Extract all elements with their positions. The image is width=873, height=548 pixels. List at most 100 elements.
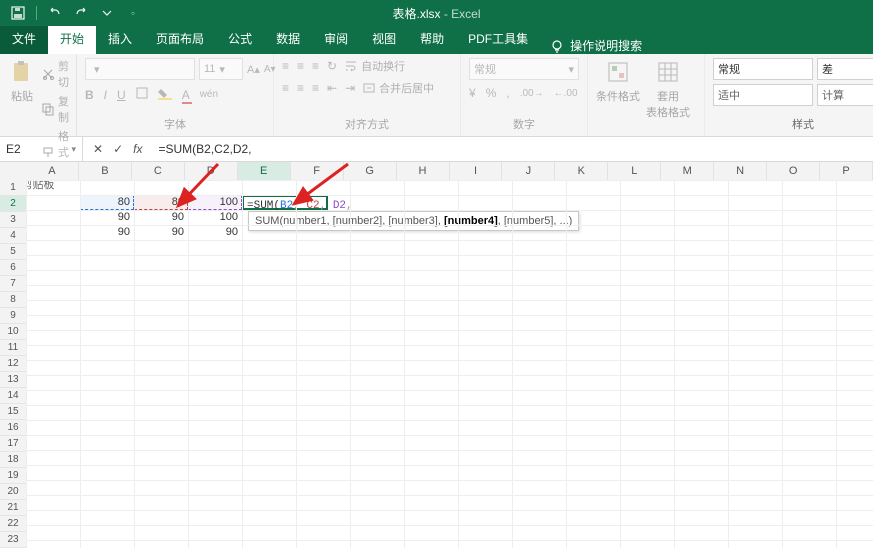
align-center-icon[interactable]: ≡	[297, 81, 304, 95]
align-left-icon[interactable]: ≡	[282, 81, 289, 95]
accounting-format-icon[interactable]: ¥	[469, 86, 476, 100]
row-header-13[interactable]: 13	[0, 372, 26, 388]
cut-button[interactable]: 剪切	[42, 58, 69, 90]
cell-B3[interactable]: 90	[80, 210, 134, 225]
phonetic-button[interactable]: wén	[200, 89, 218, 100]
style-neutral[interactable]: 适中	[713, 84, 813, 106]
bold-button[interactable]: B	[85, 88, 94, 102]
tab-home[interactable]: 开始	[48, 24, 96, 54]
row-header-3[interactable]: 3	[0, 212, 26, 228]
select-all-corner[interactable]	[0, 162, 27, 181]
row-header-16[interactable]: 16	[0, 420, 26, 436]
number-format-dropdown[interactable]: 常规▾	[469, 58, 579, 80]
row-header-7[interactable]: 7	[0, 276, 26, 292]
row-header-20[interactable]: 20	[0, 484, 26, 500]
row-header-14[interactable]: 14	[0, 388, 26, 404]
align-bottom-icon[interactable]: ≡	[312, 59, 319, 73]
row-header-11[interactable]: 11	[0, 340, 26, 356]
row-header-21[interactable]: 21	[0, 500, 26, 516]
row-header-10[interactable]: 10	[0, 324, 26, 340]
orientation-icon[interactable]: ↻	[327, 59, 337, 73]
border-button[interactable]	[136, 87, 148, 102]
row-header-4[interactable]: 4	[0, 228, 26, 244]
col-header-C[interactable]: C	[132, 162, 185, 180]
col-header-B[interactable]: B	[79, 162, 132, 180]
row-header-2[interactable]: 2	[0, 196, 26, 212]
row-header-18[interactable]: 18	[0, 452, 26, 468]
col-header-N[interactable]: N	[714, 162, 767, 180]
row-header-19[interactable]: 19	[0, 468, 26, 484]
cell-B4[interactable]: 90	[80, 225, 134, 240]
tab-help[interactable]: 帮助	[408, 24, 456, 54]
worksheet-grid[interactable]: ABCDEFGHIJKLMNOP 12345678910111213141516…	[0, 162, 873, 548]
style-calc[interactable]: 计算	[817, 84, 873, 106]
tab-data[interactable]: 数据	[264, 24, 312, 54]
decrease-indent-icon[interactable]: ⇤	[327, 81, 337, 95]
tab-page-layout[interactable]: 页面布局	[144, 24, 216, 54]
style-normal[interactable]: 常规	[713, 58, 813, 80]
style-bad[interactable]: 差	[817, 58, 873, 80]
tell-me[interactable]: 操作说明搜索	[540, 37, 652, 54]
col-header-M[interactable]: M	[661, 162, 714, 180]
decrease-decimal-icon[interactable]: ←.00	[554, 88, 578, 99]
row-header-23[interactable]: 23	[0, 532, 26, 548]
font-color-button[interactable]: A	[182, 88, 190, 102]
copy-button[interactable]: 复制	[42, 93, 69, 125]
col-header-A[interactable]: A	[26, 162, 79, 180]
row-header-15[interactable]: 15	[0, 404, 26, 420]
row-header-1[interactable]: 1	[0, 180, 26, 196]
row-header-6[interactable]: 6	[0, 260, 26, 276]
col-header-J[interactable]: J	[502, 162, 555, 180]
cell-D3[interactable]: 100	[188, 210, 242, 225]
undo-icon[interactable]	[47, 5, 63, 21]
paste-button[interactable]: 粘贴	[8, 58, 36, 104]
tab-review[interactable]: 审阅	[312, 24, 360, 54]
col-header-L[interactable]: L	[608, 162, 661, 180]
tab-formulas[interactable]: 公式	[216, 24, 264, 54]
qat-more-icon[interactable]: ◦	[125, 5, 141, 21]
conditional-format-button[interactable]: 条件格式	[596, 58, 640, 104]
col-header-G[interactable]: G	[344, 162, 397, 180]
comma-format-icon[interactable]: ,	[506, 86, 509, 100]
formula-bar[interactable]: =SUM(B2,C2,D2,	[152, 142, 873, 156]
col-header-E[interactable]: E	[238, 162, 291, 180]
row-header-22[interactable]: 22	[0, 516, 26, 532]
row-header-12[interactable]: 12	[0, 356, 26, 372]
merge-center-button[interactable]: 合并后居中	[363, 80, 434, 96]
col-header-D[interactable]: D	[185, 162, 238, 180]
col-header-F[interactable]: F	[291, 162, 344, 180]
tab-file[interactable]: 文件	[0, 24, 48, 54]
col-header-P[interactable]: P	[820, 162, 873, 180]
col-header-I[interactable]: I	[450, 162, 503, 180]
increase-font-icon[interactable]: A▴	[247, 63, 260, 76]
tab-view[interactable]: 视图	[360, 24, 408, 54]
font-size-dropdown[interactable]: 11▾	[199, 58, 243, 80]
cell-C3[interactable]: 90	[134, 210, 188, 225]
col-header-K[interactable]: K	[555, 162, 608, 180]
increase-decimal-icon[interactable]: .00→	[520, 88, 544, 99]
italic-button[interactable]: I	[104, 88, 107, 102]
format-as-table-button[interactable]: 套用 表格格式	[646, 58, 690, 120]
accept-formula-icon[interactable]: ✓	[113, 142, 123, 156]
tab-insert[interactable]: 插入	[96, 24, 144, 54]
save-icon[interactable]	[10, 5, 26, 21]
align-right-icon[interactable]: ≡	[312, 81, 319, 95]
row-header-17[interactable]: 17	[0, 436, 26, 452]
wrap-text-button[interactable]: 自动换行	[345, 58, 405, 74]
row-header-5[interactable]: 5	[0, 244, 26, 260]
fx-icon[interactable]: fx	[133, 142, 142, 156]
align-top-icon[interactable]: ≡	[282, 59, 289, 73]
fill-color-button[interactable]	[158, 86, 172, 103]
tab-pdf-tools[interactable]: PDF工具集	[456, 24, 540, 54]
percent-format-icon[interactable]: %	[486, 86, 497, 100]
active-cell[interactable]: =SUM(B2, C2, D2,	[242, 195, 328, 210]
col-header-O[interactable]: O	[767, 162, 820, 180]
row-header-9[interactable]: 9	[0, 308, 26, 324]
row-header-8[interactable]: 8	[0, 292, 26, 308]
qat-customize-icon[interactable]	[99, 5, 115, 21]
underline-button[interactable]: U	[117, 88, 126, 102]
font-name-dropdown[interactable]: ▾	[85, 58, 195, 80]
increase-indent-icon[interactable]: ⇥	[345, 81, 355, 95]
cell-D4[interactable]: 90	[188, 225, 242, 240]
cell-C4[interactable]: 90	[134, 225, 188, 240]
